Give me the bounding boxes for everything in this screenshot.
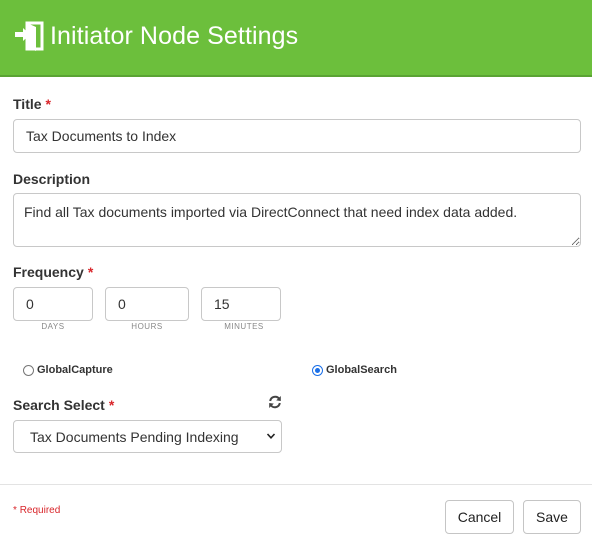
cancel-button[interactable]: Cancel xyxy=(445,500,514,534)
chevron-down-icon xyxy=(266,433,276,439)
frequency-label: Frequency * xyxy=(13,264,93,280)
globalsearch-radio[interactable] xyxy=(312,364,323,376)
minutes-input[interactable] xyxy=(201,287,281,321)
search-select-dropdown[interactable]: Tax Documents Pending Indexing xyxy=(13,420,282,453)
dialog-header: Initiator Node Settings xyxy=(0,0,592,77)
search-select-label-text: Search Select xyxy=(13,397,105,413)
sign-in-icon xyxy=(15,21,44,51)
description-label: Description xyxy=(13,171,91,187)
refresh-icon[interactable] xyxy=(268,395,282,409)
search-select-label: Search Select * xyxy=(13,397,114,413)
save-button[interactable]: Save xyxy=(523,500,581,534)
globalsearch-label: GlobalSearch xyxy=(326,364,397,376)
required-asterisk: * xyxy=(87,264,94,280)
minutes-unit-label: MINUTES xyxy=(224,322,264,331)
required-note-text: Required xyxy=(19,505,61,516)
footer-divider xyxy=(0,484,592,485)
globalcapture-option[interactable]: GlobalCapture xyxy=(23,364,113,376)
search-select-value: Tax Documents Pending Indexing xyxy=(30,429,239,445)
days-unit-label: DAYS xyxy=(41,322,65,331)
hours-unit-label: HOURS xyxy=(131,322,163,331)
title-label-text: Title xyxy=(13,96,42,112)
days-input[interactable] xyxy=(13,287,93,321)
globalcapture-radio[interactable] xyxy=(23,364,34,376)
globalsearch-option[interactable]: GlobalSearch xyxy=(312,364,397,376)
title-label: Title * xyxy=(13,96,51,112)
frequency-label-text: Frequency xyxy=(13,264,84,280)
hours-input[interactable] xyxy=(105,287,189,321)
dialog-title: Initiator Node Settings xyxy=(50,22,299,50)
required-note-asterisk: * xyxy=(13,505,17,516)
required-asterisk: * xyxy=(45,96,51,112)
required-note: * Required xyxy=(13,505,60,516)
required-asterisk: * xyxy=(108,397,115,413)
description-textarea[interactable]: Find all Tax documents imported via Dire… xyxy=(13,193,581,247)
globalcapture-label: GlobalCapture xyxy=(37,364,113,376)
title-input[interactable] xyxy=(13,119,581,153)
